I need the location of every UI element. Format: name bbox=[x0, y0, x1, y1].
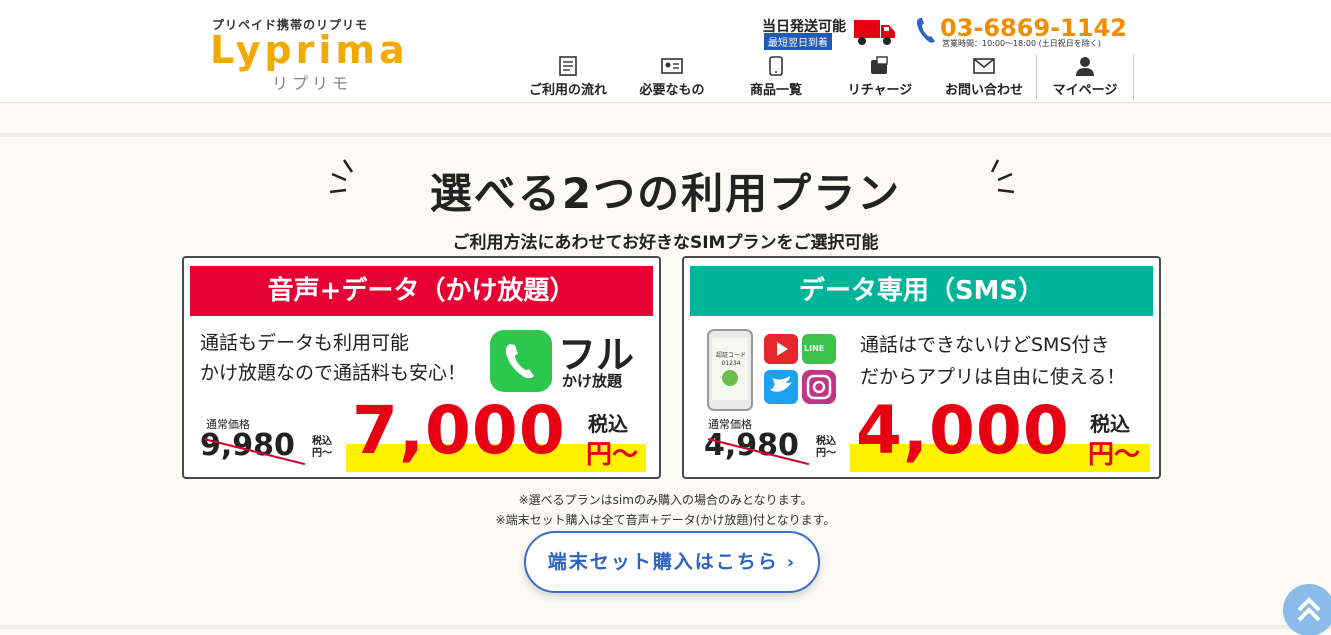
shipping-subtitle: 最短翌日到着 bbox=[764, 33, 832, 50]
logo-kana: リプリモ bbox=[272, 74, 353, 93]
note-line-1: ※選べるプランはsimのみ購入の場合のみとなります。 bbox=[518, 493, 813, 507]
nav-item-contact[interactable]: お問い合わせ bbox=[932, 54, 1036, 100]
plan-card-voice-data[interactable]: 音声+データ（かけ放題） 通話もデータも利用可能 かけ放題なので通話料も安心！ … bbox=[182, 256, 661, 479]
truck-icon bbox=[854, 20, 895, 45]
logo-wordmark: Lyprima bbox=[210, 28, 409, 72]
sms-code: 認証コード 01234 bbox=[715, 352, 746, 367]
nav-label: ご利用の流れ bbox=[528, 83, 607, 98]
shipping-badge: 当日発送可能 最短翌日到着 bbox=[762, 16, 902, 50]
nav-label: マイページ bbox=[1052, 83, 1118, 98]
user-icon bbox=[1076, 57, 1094, 76]
plan-notes: ※選べるプランはsimのみ購入の場合のみとなります。 ※端末セット購入は全て音声… bbox=[0, 490, 1331, 530]
plan-tax: 税込 bbox=[588, 412, 628, 436]
phone-hours: 営業時間：10:00～18:00 (土日祝日を除く) bbox=[942, 39, 1101, 48]
double-chevron-up-icon bbox=[1297, 597, 1321, 622]
nav-label: 商品一覧 bbox=[749, 83, 802, 98]
nav-label: お問い合わせ bbox=[944, 83, 1023, 98]
document-icon bbox=[559, 56, 577, 76]
regular-tax: 税込 bbox=[312, 436, 332, 447]
nav-label: 必要なもの bbox=[639, 83, 705, 98]
app-icons bbox=[764, 334, 836, 404]
plan-title: データ専用（SMS） bbox=[690, 266, 1153, 316]
regular-yen: 円〜 bbox=[312, 448, 332, 459]
mail-icon bbox=[973, 58, 995, 74]
plan-desc-line1: 通話はできないけどSMS付き bbox=[860, 334, 1110, 356]
plan-desc-line2: だからアプリは自由に使える！ bbox=[860, 366, 1126, 388]
plan-price: 7,000 bbox=[352, 392, 566, 469]
regular-yen: 円〜 bbox=[816, 448, 836, 459]
regular-tax: 税込 bbox=[816, 436, 836, 447]
phone-icon bbox=[917, 18, 935, 43]
full-badge-sub: かけ放題 bbox=[562, 372, 623, 390]
phone-contact[interactable]: 03-6869-1142 営業時間：10:00～18:00 (土日祝日を除く) bbox=[916, 14, 1127, 50]
phone-app-icon bbox=[490, 330, 552, 392]
plan-desc-line1: 通話もデータも利用可能 bbox=[200, 332, 410, 354]
section-divider bbox=[0, 133, 1331, 137]
main-nav: ご利用の流れ 必要なもの 商品一覧 リチャージ お問い合わせ マイページ bbox=[516, 54, 1134, 100]
plan-card-data-sms[interactable]: データ専用（SMS） 認証コード 01234 LINE 通話はできないけどSMS… bbox=[682, 256, 1161, 479]
nav-item-products[interactable]: 商品一覧 bbox=[724, 54, 828, 100]
recharge-icon bbox=[871, 56, 888, 74]
nav-item-mypage[interactable]: マイページ bbox=[1036, 54, 1134, 100]
plan-desc-line2: かけ放題なので通話料も安心！ bbox=[200, 362, 467, 384]
chevron-right-icon: › bbox=[786, 552, 797, 573]
plans-headline: 選べる2つの利用プラン bbox=[429, 169, 902, 218]
device-set-purchase-button[interactable]: 端末セット購入はこちら › bbox=[524, 531, 820, 593]
plan-price: 4,000 bbox=[856, 392, 1070, 469]
nav-label: リチャージ bbox=[847, 83, 913, 98]
plan-yen: 円〜 bbox=[586, 440, 639, 470]
sms-phone-icon bbox=[707, 329, 753, 411]
smartphone-icon bbox=[769, 56, 783, 76]
plan-yen: 円〜 bbox=[1088, 440, 1141, 470]
cta-label: 端末セット購入はこちら bbox=[547, 551, 779, 573]
back-to-top-button[interactable] bbox=[1283, 584, 1331, 635]
section-divider-bottom bbox=[0, 625, 1331, 629]
site-logo[interactable]: プリペイド携帯のリプリモ Lyprima リプリモ bbox=[210, 14, 420, 94]
nav-item-flow[interactable]: ご利用の流れ bbox=[516, 54, 620, 100]
site-header: プリペイド携帯のリプリモ Lyprima リプリモ 当日発送可能 最短翌日到着 … bbox=[0, 0, 1331, 103]
plans-subheadline: ご利用方法にあわせてお好きなSIMプランをご選択可能 bbox=[452, 233, 879, 253]
nav-item-recharge[interactable]: リチャージ bbox=[828, 54, 932, 100]
nav-item-requirements[interactable]: 必要なもの bbox=[620, 54, 724, 100]
plan-tax: 税込 bbox=[1090, 412, 1130, 436]
plan-title: 音声+データ（かけ放題） bbox=[190, 266, 653, 316]
line-icon: LINE bbox=[804, 344, 825, 353]
note-line-2: ※端末セット購入は全て音声+データ(かけ放題)付となります。 bbox=[495, 513, 836, 527]
id-card-icon bbox=[661, 58, 683, 74]
